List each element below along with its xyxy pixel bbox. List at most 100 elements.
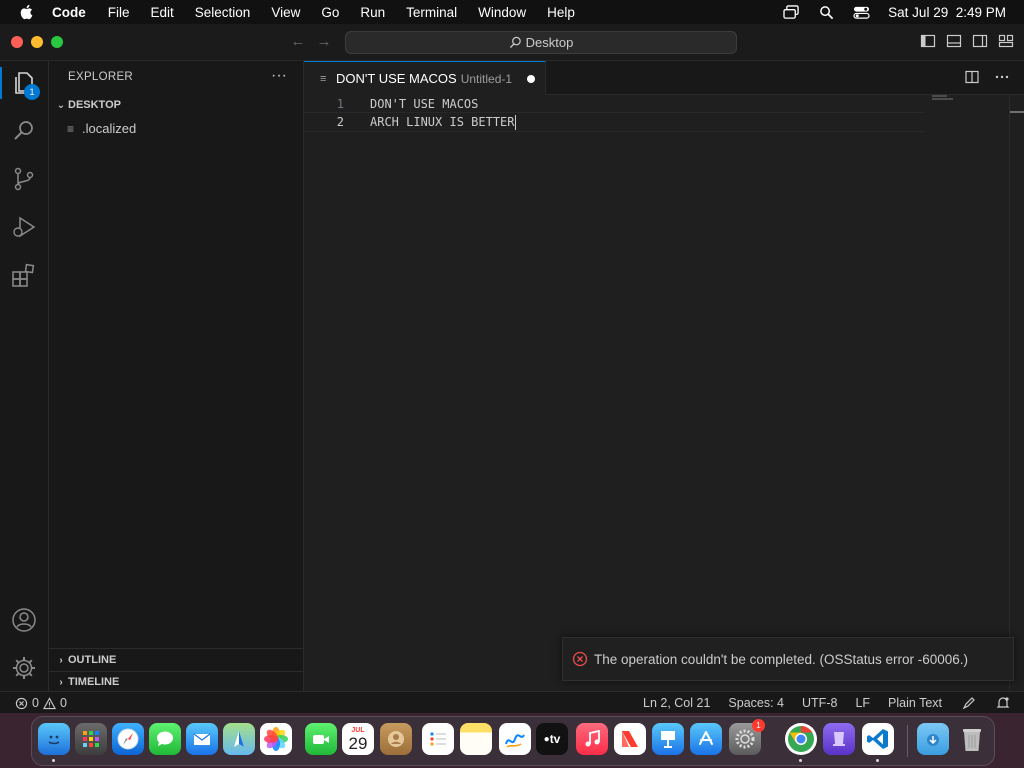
launchpad-icon[interactable] <box>75 723 107 755</box>
window-close-button[interactable] <box>11 36 23 48</box>
section-divider <box>49 671 303 672</box>
apple-tv-icon[interactable]: ● tv <box>536 723 568 755</box>
more-actions-icon[interactable] <box>994 69 1010 85</box>
menu-app-code[interactable]: Code <box>52 5 86 20</box>
facetime-icon[interactable] <box>305 723 337 755</box>
editor-scrollbar[interactable] <box>1009 95 1024 691</box>
folder-name: DESKTOP <box>68 99 121 111</box>
explorer-sidebar: EXPLORER ··· ⌄ DESKTOP ≡ .localized › OU… <box>49 61 304 691</box>
go-back-icon[interactable]: ← <box>290 34 306 50</box>
safari-icon[interactable] <box>112 723 144 755</box>
line-number: 1 <box>336 97 344 111</box>
menu-edit[interactable]: Edit <box>151 5 174 20</box>
toggle-panel-icon[interactable] <box>946 33 962 49</box>
end-of-line[interactable]: LF <box>855 696 870 710</box>
menu-file[interactable]: File <box>108 5 130 20</box>
spotlight-search-icon[interactable] <box>818 5 835 20</box>
menubar-clock[interactable]: Sat Jul 29 2:49 PM <box>888 5 1006 20</box>
explorer-more-actions-icon[interactable]: ··· <box>271 67 287 85</box>
editor-line-current[interactable]: 2 ARCH LINUX IS BETTER <box>304 112 924 132</box>
unsaved-dot-icon[interactable] <box>527 75 535 83</box>
status-bar-right: Ln 2, Col 21 Spaces: 4 UTF-8 LF Plain Te… <box>625 696 1010 710</box>
problems-indicator[interactable]: 0 0 <box>15 696 67 710</box>
messages-icon[interactable] <box>149 723 181 755</box>
mail-icon[interactable] <box>186 723 218 755</box>
toggle-secondary-sidebar-icon[interactable] <box>972 33 988 49</box>
vscode-icon[interactable] <box>862 723 894 755</box>
file-item-localized[interactable]: ≡ .localized <box>67 121 136 136</box>
window-title-bar: ← → Desktop <box>0 24 1024 61</box>
customize-layout-icon[interactable] <box>998 33 1014 49</box>
news-icon[interactable] <box>614 723 646 755</box>
command-center-search[interactable]: Desktop <box>345 31 737 54</box>
finder-icon[interactable] <box>38 723 70 755</box>
extensions-view-button[interactable] <box>11 262 37 288</box>
manage-settings-button[interactable] <box>11 655 37 681</box>
line-text: ARCH LINUX IS BETTER <box>370 115 515 129</box>
error-notification[interactable]: The operation couldn't be completed. (OS… <box>562 637 1014 681</box>
apple-logo-icon[interactable] <box>18 3 36 21</box>
command-center-label: Desktop <box>525 35 574 50</box>
timeline-label: TIMELINE <box>68 676 120 688</box>
menu-terminal[interactable]: Terminal <box>406 5 457 20</box>
keynote-icon[interactable] <box>652 723 684 755</box>
indentation[interactable]: Spaces: 4 <box>728 696 784 710</box>
go-forward-icon[interactable]: → <box>316 34 332 50</box>
downloads-folder-icon[interactable] <box>917 723 949 755</box>
warning-count-icon <box>42 696 56 709</box>
menu-selection[interactable]: Selection <box>195 5 251 20</box>
menu-window[interactable]: Window <box>478 5 526 20</box>
trash-icon[interactable] <box>956 723 988 755</box>
menu-run[interactable]: Run <box>360 5 385 20</box>
photos-icon[interactable] <box>260 723 292 755</box>
calendar-icon[interactable]: JUL 29 <box>342 723 374 755</box>
purple-app-icon[interactable] <box>823 723 855 755</box>
folder-section-desktop[interactable]: ⌄ DESKTOP <box>54 99 121 111</box>
search-icon <box>14 121 33 140</box>
screen-mirroring-icon[interactable] <box>783 4 800 20</box>
tv-label: tv <box>549 732 561 746</box>
music-icon[interactable] <box>576 723 608 755</box>
menu-help[interactable]: Help <box>547 5 575 20</box>
timeline-section[interactable]: › TIMELINE <box>54 676 119 688</box>
cursor-position[interactable]: Ln 2, Col 21 <box>643 696 710 710</box>
feedback-icon[interactable] <box>962 696 976 710</box>
error-count-icon <box>15 697 28 709</box>
menu-view[interactable]: View <box>271 5 300 20</box>
encoding[interactable]: UTF-8 <box>802 696 837 710</box>
control-center-icon[interactable] <box>853 5 870 20</box>
text-editor[interactable]: 1 DON'T USE MACOS 2 ARCH LINUX IS BETTER <box>304 95 1024 691</box>
toggle-primary-sidebar-icon[interactable] <box>920 33 936 49</box>
freeform-icon[interactable] <box>499 723 531 755</box>
outline-section[interactable]: › OUTLINE <box>54 654 116 666</box>
notifications-bell-icon[interactable] <box>996 696 1010 710</box>
tab-title: DON'T USE MACOS <box>336 71 457 86</box>
minimap[interactable] <box>932 95 954 101</box>
settings-badge: 1 <box>752 719 765 732</box>
notes-icon[interactable] <box>460 723 492 755</box>
app-store-icon[interactable] <box>690 723 722 755</box>
explorer-badge: 1 <box>24 84 40 100</box>
run-debug-view-button[interactable] <box>11 214 37 240</box>
chrome-icon[interactable] <box>785 723 817 755</box>
source-control-view-button[interactable] <box>11 166 37 192</box>
tab-description: Untitled-1 <box>460 71 513 86</box>
editor-line[interactable]: 1 DON'T USE MACOS <box>304 95 924 113</box>
language-mode[interactable]: Plain Text <box>888 696 942 710</box>
running-indicator <box>799 759 802 762</box>
split-editor-icon[interactable] <box>964 69 980 85</box>
maps-icon[interactable] <box>223 723 255 755</box>
editor-actions <box>964 69 1010 85</box>
menubar-status-area: Sat Jul 29 2:49 PM <box>783 5 1006 20</box>
editor-tab-untitled-1[interactable]: ≡ DON'T USE MACOS Untitled-1 <box>304 61 546 95</box>
source-control-icon <box>14 167 34 191</box>
menu-go[interactable]: Go <box>321 5 339 20</box>
accounts-button[interactable] <box>11 607 37 633</box>
contacts-icon[interactable] <box>380 723 412 755</box>
window-minimize-button[interactable] <box>31 36 43 48</box>
text-file-icon: ≡ <box>67 121 75 136</box>
search-view-button[interactable] <box>11 118 37 144</box>
window-zoom-button[interactable] <box>51 36 63 48</box>
reminders-icon[interactable] <box>422 723 454 755</box>
extensions-icon <box>12 263 35 287</box>
